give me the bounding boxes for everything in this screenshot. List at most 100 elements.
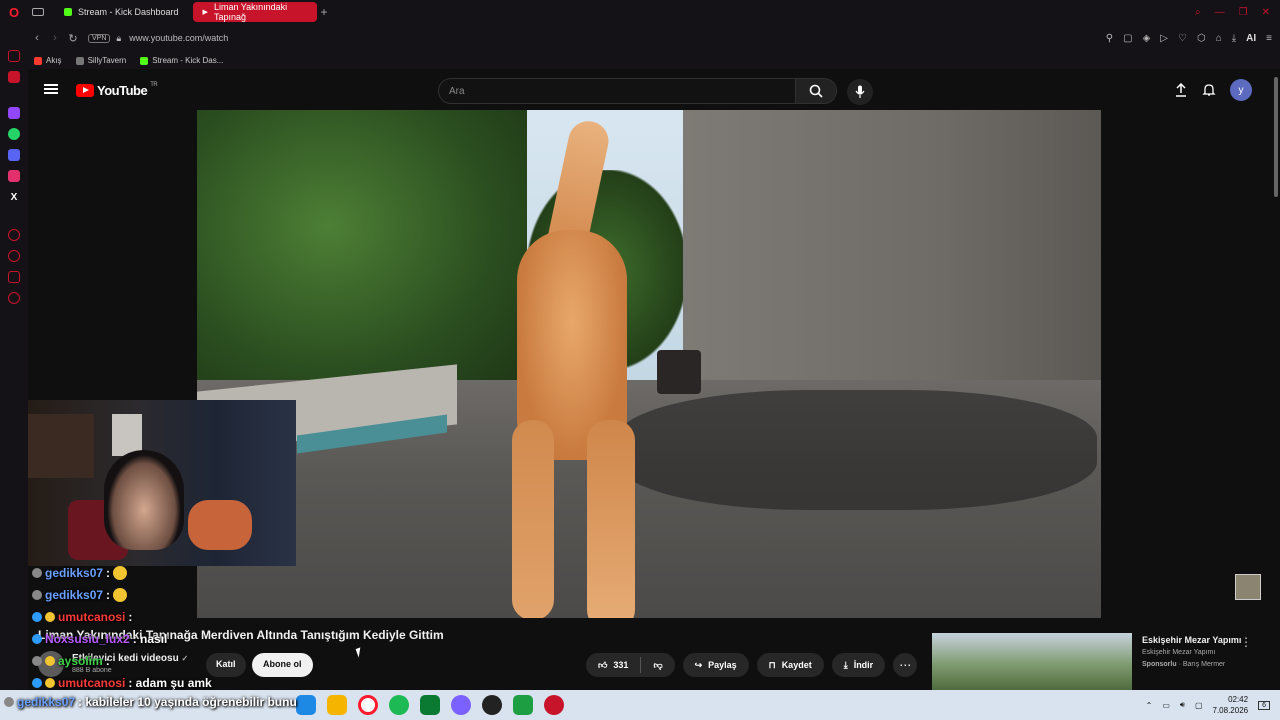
app-icon[interactable] (513, 695, 533, 715)
spotify-icon[interactable] (389, 695, 409, 715)
heart-icon[interactable]: ♡ (1178, 33, 1187, 44)
tab-islands-icon[interactable] (32, 8, 44, 16)
chat-badge-icon (45, 612, 55, 622)
scrollbar[interactable] (1272, 69, 1280, 690)
chat-badge-icon (45, 656, 55, 666)
sidebar-home-icon[interactable] (8, 50, 20, 62)
search-icon (809, 84, 823, 98)
settings-icon[interactable] (8, 292, 20, 304)
emote-icon (113, 566, 128, 580)
opera-logo-icon[interactable]: O (0, 0, 28, 24)
bookmark-sillytavern[interactable]: SillyTavern (75, 56, 126, 65)
video-player[interactable] (197, 110, 1101, 618)
like-count: 331 (613, 660, 629, 670)
forward-button[interactable]: › (46, 32, 64, 44)
hamburger-menu-icon[interactable] (44, 84, 58, 94)
upload-icon[interactable] (1174, 83, 1188, 97)
display-icon[interactable]: ▢ (1195, 701, 1203, 710)
share-label: Paylaş (708, 660, 737, 670)
mini-thumbnail[interactable] (1235, 574, 1261, 600)
instagram-icon[interactable] (8, 170, 20, 182)
scrollbar-thumb[interactable] (1274, 77, 1278, 197)
chat-text: : kabileler 10 yaşında öğrenebilir bunu (78, 695, 297, 709)
chat-badge-icon (45, 678, 55, 688)
like-button[interactable]: 👍︎ 331 (586, 653, 640, 677)
stream-chat-overlay: gedikks07 : gedikks07 : umutcanosi : Nox… (28, 566, 388, 690)
download-button[interactable]: ⤓ İndir (831, 653, 886, 677)
search-button[interactable] (795, 78, 837, 104)
play-icon[interactable]: ▷ (1160, 33, 1168, 44)
maximize-button[interactable]: ❐ (1239, 7, 1248, 18)
shield-icon[interactable]: ◈ (1143, 33, 1151, 44)
close-button[interactable]: ✕ (1262, 7, 1270, 18)
discord-icon[interactable] (8, 149, 20, 161)
video-wall (683, 110, 1101, 400)
voice-search-button[interactable] (847, 79, 873, 105)
snapshot-icon[interactable]: ▢ (1123, 33, 1132, 44)
new-tab-button[interactable]: + (321, 5, 328, 19)
ad-more-icon[interactable]: ⋮ (1240, 635, 1252, 649)
app-icon[interactable] (451, 695, 471, 715)
search-input[interactable]: Ara (438, 78, 796, 104)
obs-icon[interactable] (482, 695, 502, 715)
save-button[interactable]: ⊓ Kaydet (756, 653, 824, 677)
download-icon[interactable]: ⤓ (1232, 33, 1236, 44)
url-field[interactable]: www.youtube.com/watch (129, 33, 228, 43)
dislike-button[interactable]: 👎︎ (641, 653, 674, 677)
time: 02:42 (1228, 695, 1249, 704)
ai-button[interactable]: AI (1246, 33, 1256, 44)
thumbs-down-icon: 👎︎ (653, 659, 663, 670)
chat-badge-icon (32, 568, 42, 578)
more-actions-button[interactable]: ⋯ (893, 653, 918, 677)
save-label: Kaydet (781, 660, 812, 670)
app-icon[interactable] (420, 695, 440, 715)
browser-sidebar: X (0, 24, 28, 690)
menu-icon[interactable]: ≡ (1266, 33, 1272, 44)
notifications-badge[interactable]: 6 (1258, 700, 1270, 710)
bookmarks-bar: Akış SillyTavern Stream - Kick Das... (28, 52, 1280, 69)
network-icon[interactable]: ▭ (1162, 701, 1170, 710)
browser-tab-bar: O Stream - Kick Dashboard ▶ Liman Yakını… (0, 0, 1280, 24)
wallet-icon[interactable]: ⌂ (1216, 33, 1222, 44)
app-icon[interactable] (544, 695, 564, 715)
chat-username: umutcanosi (58, 610, 126, 624)
whatsapp-icon[interactable] (8, 128, 20, 140)
bookmark-kick[interactable]: Stream - Kick Das... (140, 56, 223, 65)
ad-thumbnail[interactable] (932, 633, 1132, 690)
extensions-icon[interactable]: ⬡ (1197, 33, 1206, 44)
volume-icon[interactable]: 🔊︎ (1180, 700, 1185, 710)
search-tabs-icon[interactable]: ⌕ (1195, 7, 1201, 18)
x-icon[interactable]: X (8, 191, 20, 203)
share-button[interactable]: ↪ Paylaş (682, 653, 749, 677)
chevron-up-icon[interactable]: ⌃ (1146, 701, 1153, 710)
notifications-bell-icon[interactable] (1202, 83, 1216, 97)
file-explorer-icon[interactable] (327, 695, 347, 715)
browser-taskbar-icon[interactable] (296, 695, 316, 715)
lock-icon[interactable]: 🔒︎ (116, 33, 121, 44)
video-box (657, 350, 701, 394)
sponsored-ad[interactable]: Eskişehir Mezar Yapımı Eskişehir Mezar Y… (922, 633, 1252, 690)
tab-youtube-video[interactable]: ▶ Liman Yakınındaki Tapınağ (192, 2, 317, 22)
download-label: İndir (853, 660, 874, 670)
sidebar-news-icon[interactable] (8, 71, 20, 83)
reload-button[interactable]: ↻ (64, 32, 82, 45)
pin-icon[interactable]: ⚲ (1106, 33, 1113, 44)
twitch-icon[interactable] (8, 107, 20, 119)
clock[interactable]: 02:42 7.08.2026 (1213, 694, 1249, 716)
pinboard-icon[interactable] (8, 271, 20, 283)
back-button[interactable]: ‹ (28, 32, 46, 44)
vpn-badge[interactable]: VPN (88, 33, 111, 43)
date: 7.08.2026 (1212, 706, 1249, 715)
avatar[interactable]: y (1230, 79, 1252, 101)
bookmark-akis[interactable]: Akış (34, 56, 62, 65)
youtube-logo-text: YouTube (97, 83, 148, 98)
minimize-button[interactable]: — (1215, 7, 1225, 18)
player-icon[interactable] (8, 229, 20, 241)
history-icon[interactable] (8, 250, 20, 262)
opera-taskbar-icon[interactable] (358, 695, 378, 715)
tab-label: Liman Yakınındaki Tapınağ (213, 2, 288, 22)
tab-kick-dashboard[interactable]: Stream - Kick Dashboard (54, 2, 189, 22)
youtube-logo[interactable]: YouTube TR (76, 82, 158, 98)
bookmark-icon: ⊓ (768, 659, 776, 670)
mic-icon (855, 85, 865, 98)
